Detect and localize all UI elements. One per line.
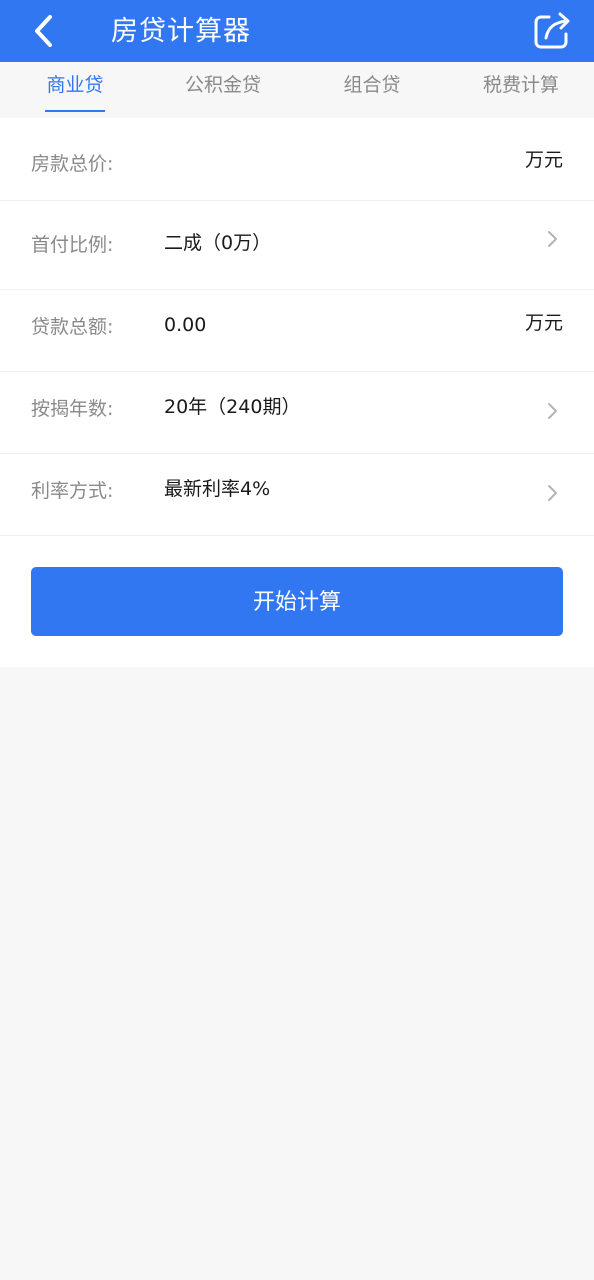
loan-years-row[interactable]: 按揭年数: 20年（240期） [0, 371, 594, 454]
page-title: 房贷计算器 [111, 16, 251, 47]
down-payment-value: 二成（0万） [164, 232, 272, 254]
start-calculation-button[interactable]: 开始计算 [31, 567, 563, 636]
total-price-unit: 万元 [524, 149, 563, 171]
chevron-right-icon [548, 403, 557, 419]
down-payment-label: 首付比例: [31, 234, 114, 256]
share-button[interactable] [528, 6, 576, 56]
tab-provident-fund-loan[interactable]: 公积金贷 [180, 62, 266, 116]
app-header: 房贷计算器 [0, 0, 594, 62]
loan-amount-value: 0.00 [164, 314, 207, 336]
interest-rate-value: 最新利率4% [164, 478, 271, 500]
active-tab-indicator [45, 110, 105, 112]
total-price-label: 房款总价: [31, 153, 114, 175]
share-icon [534, 12, 570, 49]
loan-years-label: 按揭年数: [31, 398, 114, 420]
chevron-left-icon [35, 15, 52, 47]
back-button[interactable] [22, 8, 66, 54]
loan-amount-row[interactable]: 贷款总额: 0.00 万元 [0, 289, 594, 372]
total-price-row[interactable]: 房款总价: 万元 [0, 118, 594, 201]
loan-type-tabs: 商业贷 公积金贷 组合贷 税费计算 [0, 62, 594, 116]
down-payment-row[interactable]: 首付比例: 二成（0万） [0, 207, 594, 290]
interest-rate-label: 利率方式: [31, 480, 114, 502]
tab-commercial-loan[interactable]: 商业贷 [45, 62, 105, 116]
tab-combined-loan[interactable]: 组合贷 [340, 62, 404, 116]
interest-rate-row[interactable]: 利率方式: 最新利率4% [0, 453, 594, 536]
loan-amount-unit: 万元 [524, 312, 563, 334]
tab-tax-calculation[interactable]: 税费计算 [478, 62, 564, 116]
chevron-right-icon [548, 231, 557, 247]
chevron-right-icon [548, 485, 557, 501]
loan-years-value: 20年（240期） [164, 396, 301, 418]
loan-amount-label: 贷款总额: [31, 316, 114, 338]
